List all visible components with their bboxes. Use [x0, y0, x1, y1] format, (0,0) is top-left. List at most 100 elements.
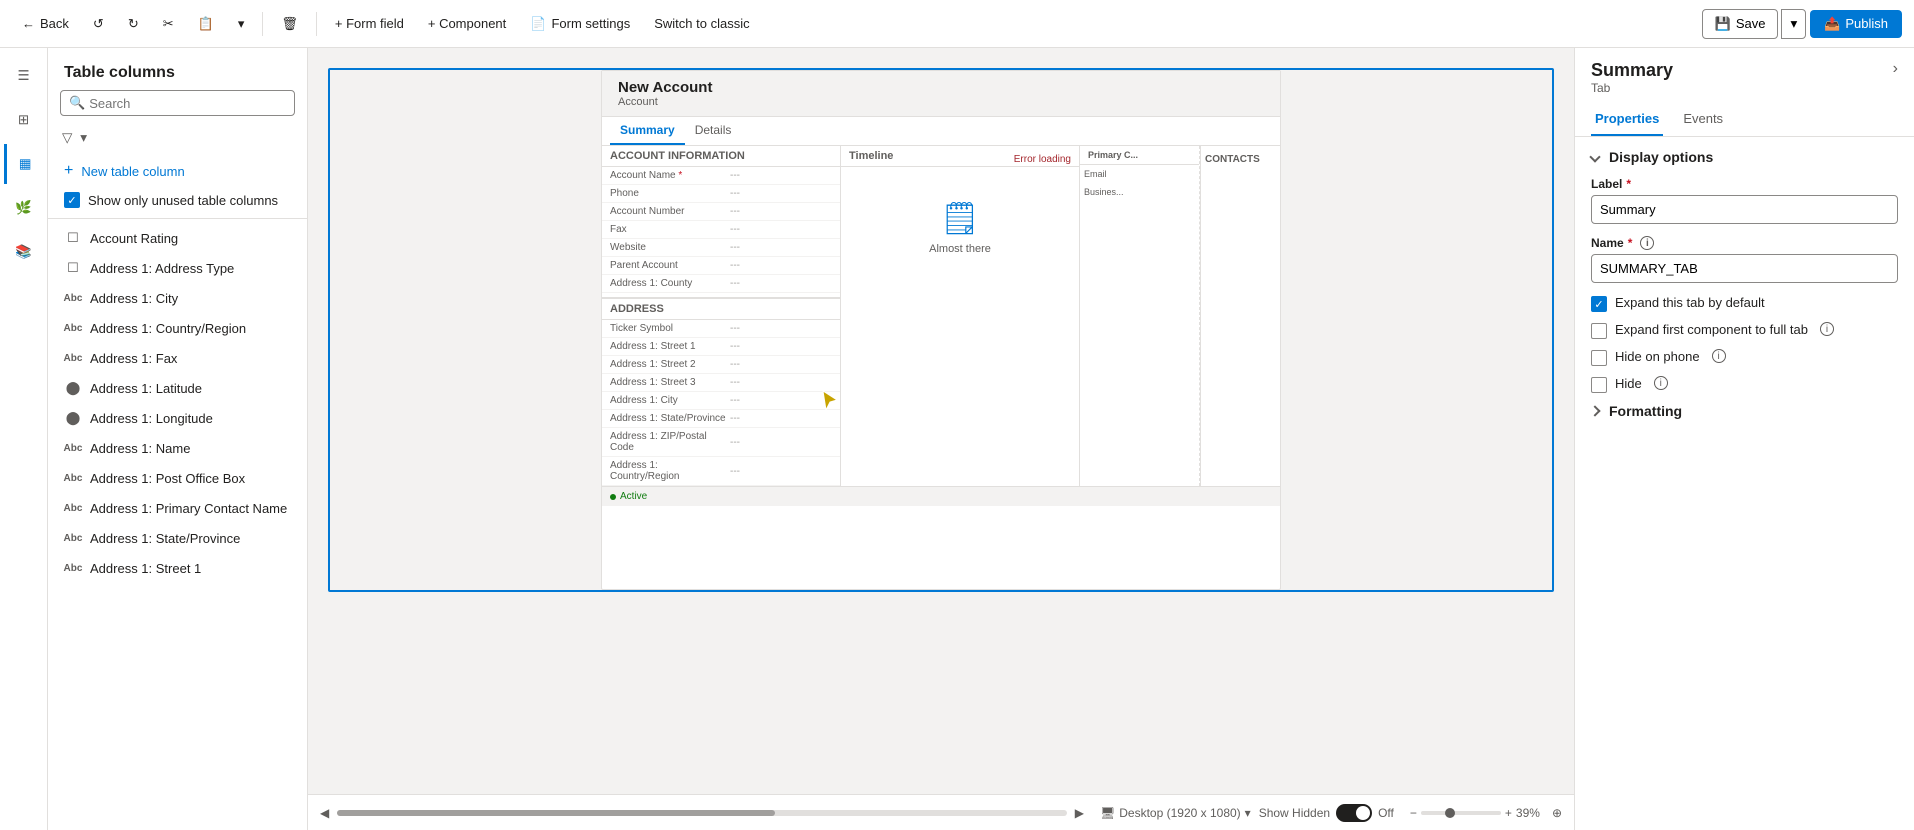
new-column-option[interactable]: + New table column: [48, 156, 307, 186]
expand-first-label: Expand first component to full tab: [1615, 322, 1808, 337]
nav-table-columns-button[interactable]: ▦: [4, 144, 44, 184]
name-info-icon[interactable]: i: [1640, 236, 1654, 250]
show-unused-option[interactable]: Show only unused table columns: [48, 186, 307, 214]
error-badge: Error loading: [1014, 154, 1071, 165]
hide-phone-label: Hide on phone: [1615, 349, 1700, 364]
desktop-dropdown-icon: ▾: [1245, 806, 1251, 820]
almost-icon: 🗒: [940, 199, 981, 237]
form-settings-label: Form settings: [551, 16, 630, 31]
zoom-controls: − + 39%: [1410, 806, 1540, 820]
form-inner: New Account Account Summary Details ACCO…: [601, 70, 1281, 590]
account-section: ACCOUNT INFORMATION Account Name * --- P…: [602, 146, 841, 486]
tab-properties[interactable]: Properties: [1591, 103, 1663, 136]
zoom-slider[interactable]: [1421, 811, 1501, 815]
name-input[interactable]: [1591, 254, 1898, 283]
form-settings-icon: 📄: [530, 16, 546, 32]
switch-classic-button[interactable]: Switch to classic: [644, 10, 759, 37]
horizontal-scrollbar[interactable]: [337, 810, 1067, 816]
hide-phone-info-icon[interactable]: i: [1712, 349, 1726, 363]
tab-events[interactable]: Events: [1679, 103, 1727, 136]
canvas-scroll[interactable]: New Account Account Summary Details ACCO…: [308, 48, 1574, 794]
formatting-toggle[interactable]: Formatting: [1591, 403, 1898, 419]
scrollbar-area: [337, 810, 1067, 816]
back-label: Back: [40, 16, 69, 31]
redo-button[interactable]: ↻: [118, 10, 149, 38]
active-dot: [610, 494, 616, 500]
expand-first-info-icon[interactable]: i: [1820, 322, 1834, 336]
list-item[interactable]: ⬤ Address 1: Longitude: [48, 403, 307, 433]
expand-first-checkbox[interactable]: [1591, 323, 1607, 339]
expand-tab-checkbox[interactable]: [1591, 296, 1607, 312]
list-item[interactable]: Abc Address 1: Street 1: [48, 553, 307, 583]
desktop-selector[interactable]: 🖥 Desktop (1920 x 1080) ▾: [1100, 806, 1251, 820]
search-input[interactable]: [89, 96, 286, 111]
list-item[interactable]: ☐ Account Rating: [48, 223, 307, 253]
hide-checkbox[interactable]: [1591, 377, 1607, 393]
display-options-header: Display options: [1609, 149, 1713, 165]
filter-dropdown-button[interactable]: ▾: [78, 128, 89, 148]
list-item[interactable]: Abc Address 1: City: [48, 283, 307, 313]
expand-tab-label: Expand this tab by default: [1615, 295, 1765, 310]
publish-button[interactable]: 📤 Publish: [1810, 10, 1902, 38]
fit-icon[interactable]: ⊕: [1552, 806, 1562, 820]
cut-button[interactable]: ✂: [153, 10, 184, 38]
list-item[interactable]: Abc Address 1: Country/Region: [48, 313, 307, 343]
save-dropdown-button[interactable]: ▾: [1781, 9, 1806, 39]
nav-tree-view-button[interactable]: 🌿: [4, 188, 44, 228]
dropdown-more-button[interactable]: ▾: [228, 10, 255, 38]
label-field-label: Label *: [1591, 177, 1898, 191]
nav-components-button[interactable]: ⊞: [4, 100, 44, 140]
display-options-chevron: [1589, 151, 1600, 162]
list-item[interactable]: Abc Address 1: Post Office Box: [48, 463, 307, 493]
nav-form-libraries-button[interactable]: 📚: [4, 232, 44, 272]
list-item[interactable]: Abc Address 1: Name: [48, 433, 307, 463]
right-panel: Summary Tab › Properties Events Display …: [1574, 48, 1914, 830]
form-tab-summary[interactable]: Summary: [610, 117, 685, 145]
save-button[interactable]: 💾 Save: [1702, 9, 1779, 39]
zoom-out-icon[interactable]: −: [1410, 806, 1417, 820]
form-field-button[interactable]: + Form field: [325, 10, 414, 37]
save-label: Save: [1736, 16, 1766, 31]
right-panel-expand-button[interactable]: ›: [1893, 60, 1898, 78]
column-list: ☐ Account Rating ☐ Address 1: Address Ty…: [48, 223, 307, 830]
hide-info-icon[interactable]: i: [1654, 376, 1668, 390]
hide-label: Hide: [1615, 376, 1642, 391]
form-preview: New Account Account Summary Details ACCO…: [328, 68, 1554, 592]
website-row: Website ---: [602, 239, 840, 257]
component-label: + Component: [428, 16, 506, 31]
save-icon: 💾: [1715, 16, 1731, 32]
undo-button[interactable]: ↺: [83, 10, 114, 38]
paste-icon: 📋: [198, 16, 214, 32]
nav-menu-button[interactable]: ☰: [4, 56, 44, 96]
hide-phone-checkbox[interactable]: [1591, 350, 1607, 366]
toolbar: ← Back ↺ ↻ ✂ 📋 ▾ 🗑 + Form field + Compon…: [0, 0, 1914, 48]
filter-bar: ▽ ▾: [48, 124, 307, 156]
form-settings-button[interactable]: 📄 Form settings: [520, 10, 640, 38]
right-panel-subtitle: Tab: [1591, 81, 1673, 95]
list-item[interactable]: ⬤ Address 1: Latitude: [48, 373, 307, 403]
component-button[interactable]: + Component: [418, 10, 516, 37]
scroll-right-arrow[interactable]: ▶: [1075, 806, 1084, 820]
scroll-left-arrow[interactable]: ◀: [320, 806, 329, 820]
text-icon: Abc: [64, 349, 82, 367]
display-options-toggle[interactable]: Display options: [1591, 149, 1898, 165]
form-tab-details[interactable]: Details: [685, 117, 742, 145]
paste-button[interactable]: 📋: [188, 10, 224, 38]
field-icon: ☐: [64, 259, 82, 277]
label-input[interactable]: [1591, 195, 1898, 224]
list-item[interactable]: Abc Address 1: Primary Contact Name: [48, 493, 307, 523]
form-subtitle: Account: [618, 96, 1264, 108]
almost-there-label: Almost there: [929, 243, 991, 255]
back-button[interactable]: ← Back: [12, 10, 79, 37]
list-item[interactable]: Abc Address 1: State/Province: [48, 523, 307, 553]
delete-button[interactable]: 🗑: [271, 10, 308, 38]
toggle-state-label: Off: [1378, 806, 1394, 820]
text-icon: Abc: [64, 529, 82, 547]
filter-button[interactable]: ▽: [60, 128, 74, 148]
list-item[interactable]: Abc Address 1: Fax ···: [48, 343, 307, 373]
list-item[interactable]: ☐ Address 1: Address Type: [48, 253, 307, 283]
zoom-in-icon[interactable]: +: [1505, 806, 1512, 820]
table-columns-icon: ▦: [19, 156, 32, 172]
show-hidden-area: Show Hidden Off: [1259, 804, 1394, 822]
show-hidden-toggle[interactable]: [1336, 804, 1372, 822]
